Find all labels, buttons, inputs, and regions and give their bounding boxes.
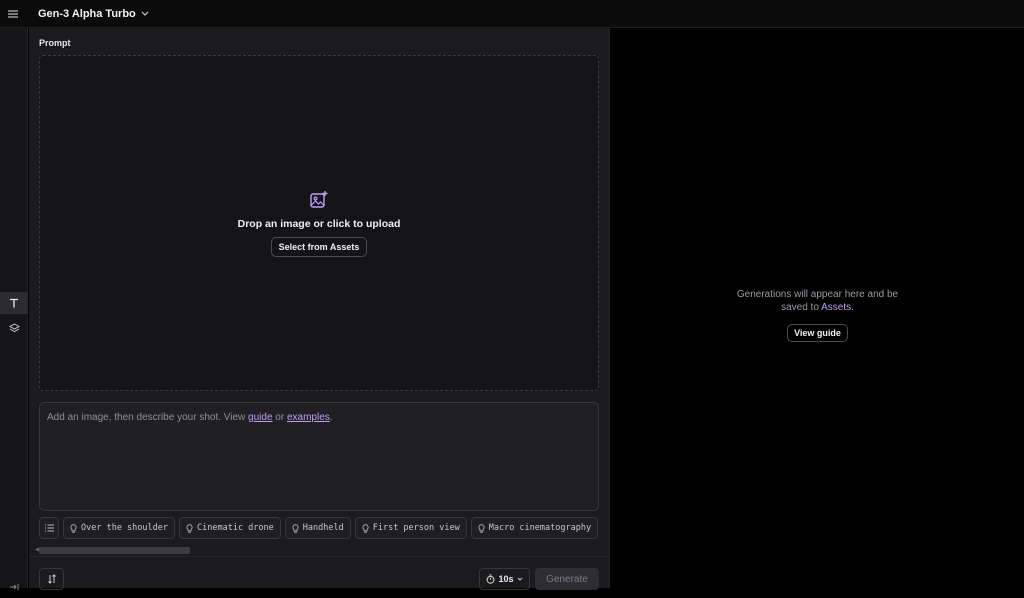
suggestion-chip[interactable]: Handheld	[284, 517, 351, 539]
duration-value: 10s	[498, 574, 514, 584]
suggestion-chip[interactable]: Over the shoulder	[63, 517, 175, 539]
output-empty-state: Generations will appear here and be save…	[611, 288, 1024, 342]
list-icon	[44, 524, 54, 532]
suggestion-label: Over the shoulder	[81, 523, 168, 533]
tool-rail	[0, 28, 28, 590]
layers-tool-button[interactable]	[0, 317, 28, 339]
prompt-or-text: or	[272, 412, 287, 423]
generate-button[interactable]: Generate	[535, 568, 599, 590]
guide-link[interactable]: guide	[248, 412, 272, 423]
lightbulb-icon	[70, 523, 77, 533]
collapse-icon	[10, 584, 19, 590]
image-add-icon	[310, 190, 328, 208]
text-tool-button[interactable]	[0, 292, 28, 314]
suggestions-list-button[interactable]	[39, 517, 59, 539]
lightbulb-icon	[186, 523, 193, 533]
chevron-down-icon	[517, 577, 522, 581]
empty-state-message: Generations will appear here and be save…	[730, 288, 905, 314]
suggestion-chip[interactable]: First person view	[354, 517, 467, 539]
menu-button[interactable]	[0, 0, 26, 28]
model-selector[interactable]: Gen-3 Alpha Turbo	[38, 8, 149, 20]
suggestion-label: Cinematic drone	[197, 523, 274, 533]
assets-link[interactable]: Assets	[821, 302, 851, 313]
suggestion-label: First person view	[372, 523, 460, 533]
layers-icon	[8, 322, 20, 332]
suggestion-chip[interactable]: Cinematic drone	[179, 517, 281, 539]
empty-state-text: Generations will appear here and be save…	[736, 289, 899, 313]
prompt-end-text: .	[329, 412, 333, 423]
timer-icon	[487, 574, 495, 584]
divider	[29, 556, 610, 557]
hamburger-menu-icon	[8, 9, 18, 18]
suggestion-label: Macro cinematography	[488, 523, 592, 533]
prompt-placeholder: Add an image, then describe your shot. V…	[47, 412, 249, 423]
suggestion-label: Handheld	[302, 523, 344, 533]
lightbulb-icon	[292, 523, 299, 533]
lightbulb-icon	[362, 523, 369, 533]
generation-panel: Prompt Drop an image or click to upload …	[29, 28, 610, 590]
collapse-panel-button[interactable]	[0, 576, 28, 598]
dropzone-text: Drop an image or click to upload	[237, 217, 401, 230]
view-guide-button[interactable]: View guide	[787, 324, 848, 342]
empty-state-end: .	[851, 302, 854, 313]
prompt-input[interactable]: Add an image, then describe your shot. V…	[39, 402, 599, 511]
sort-settings-icon	[47, 574, 56, 584]
prompt-label: Prompt	[39, 38, 71, 48]
settings-button[interactable]	[39, 568, 64, 590]
text-icon	[10, 298, 18, 308]
lightbulb-icon	[478, 523, 485, 533]
scrollbar-thumb[interactable]	[39, 547, 190, 554]
select-from-assets-button[interactable]: Select from Assets	[270, 236, 368, 257]
examples-link[interactable]: examples	[287, 412, 330, 423]
chips-scrollbar[interactable]: ◀	[35, 546, 603, 554]
prompt-suggestions: Over the shoulder Cinematic drone Handhe…	[39, 517, 599, 539]
chevron-down-icon	[141, 11, 149, 16]
top-bar: Gen-3 Alpha Turbo	[0, 0, 1024, 28]
duration-selector[interactable]: 10s	[479, 568, 530, 590]
suggestion-chip[interactable]: Macro cinematography	[470, 517, 599, 539]
image-dropzone[interactable]: Drop an image or click to upload Select …	[39, 55, 599, 391]
model-name: Gen-3 Alpha Turbo	[38, 7, 136, 20]
